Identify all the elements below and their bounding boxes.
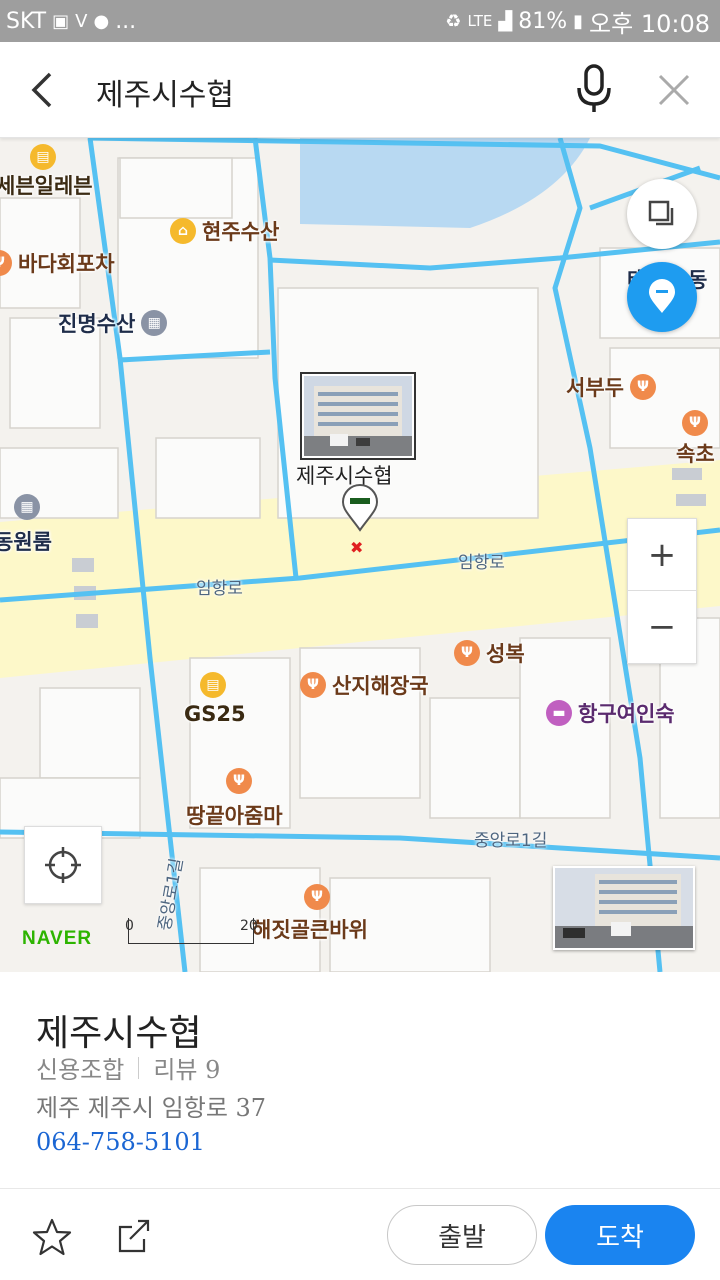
poi-seven-eleven-label[interactable]: 세븐일레븐 <box>0 170 93 200</box>
back-button[interactable] <box>22 66 66 114</box>
place-phone-link[interactable]: 064-758-5101 <box>36 1128 205 1156</box>
zoom-in-button[interactable]: + <box>628 519 696 591</box>
poi-jinmyeong-susan[interactable]: 진명수산 ▦ <box>58 308 168 338</box>
gallery-icon: ▣ <box>52 10 70 32</box>
back-arrow-icon <box>31 72 52 108</box>
place-info-panel[interactable]: 제주시수협 신용조합 리뷰 9 제주 제주시 임항로 37 064-758-51… <box>0 972 720 1188</box>
street-view-photo <box>555 868 693 948</box>
network-label: LTE <box>467 12 493 30</box>
poi-hyunju-susan[interactable]: ⌂ 현주수산 <box>170 216 279 246</box>
restaurant-icon: Ψ <box>0 250 12 276</box>
poi-hanggu-yeoinsuk[interactable]: ▬ 항구여인숙 <box>546 698 675 728</box>
poi-seobudu[interactable]: 서부두 Ψ <box>566 372 656 402</box>
zoom-out-button[interactable]: − <box>628 591 696 663</box>
restaurant-icon: Ψ <box>682 410 708 436</box>
restaurant-icon: Ψ <box>454 640 480 666</box>
battery-percent: 81% <box>518 8 568 34</box>
road-label-imhang-east: 임항로 <box>458 553 505 573</box>
poi-gs25-icon[interactable]: ▤ <box>200 672 226 698</box>
place-category: 신용조합 <box>36 1056 125 1084</box>
bottom-action-bar: 출발 도착 <box>0 1188 720 1280</box>
poi-ttangkkeut-ajumma[interactable]: 땅끝아줌마 <box>186 800 283 830</box>
location-pin-icon <box>649 279 675 313</box>
crosshair-icon <box>45 847 81 883</box>
poi-sokcho-icon[interactable]: Ψ <box>682 410 708 436</box>
close-icon <box>658 74 690 106</box>
review-count-link[interactable]: 리뷰 9 <box>153 1050 220 1085</box>
talk-icon: ● <box>93 10 110 32</box>
road-label-jungangro: 중앙로1길 <box>474 831 548 851</box>
poi-seongbok[interactable]: Ψ 성복 <box>454 638 525 668</box>
poi-haejit-icon[interactable]: Ψ <box>304 884 330 910</box>
street-view-thumbnail[interactable] <box>553 866 695 950</box>
building-icon: ▦ <box>14 494 40 520</box>
map-view[interactable]: ▤ 세븐일레븐 ⌂ 현주수산 Ψ 바다회포차 진명수산 ▦ 서부두 Ψ Ψ 속초… <box>0 138 720 972</box>
naver-logo: NAVER <box>22 928 93 949</box>
save-favorite-button[interactable] <box>32 1217 72 1257</box>
share-button[interactable] <box>114 1217 154 1257</box>
building-photo <box>304 376 412 456</box>
poi-sokcho[interactable]: 속초 <box>676 438 715 468</box>
poi-haejit-golkeunbawi[interactable]: 해짓골큰바위 <box>252 914 368 944</box>
set-departure-button[interactable]: 출발 <box>387 1205 537 1265</box>
clock: 오후 10:08 <box>589 9 710 38</box>
road-label-imhang-west: 임항로 <box>196 579 243 599</box>
map-layers-button[interactable] <box>627 179 697 249</box>
carrier-label: SKT <box>6 8 47 34</box>
set-arrival-button[interactable]: 도착 <box>545 1205 695 1265</box>
status-bar: SKT ▣ V ● ... ♻ LTE ▟ 81% ▮ 오후 10:08 <box>0 0 720 42</box>
current-location-button[interactable] <box>24 826 102 904</box>
signal-icon: ▟ <box>498 10 513 32</box>
place-pin-button[interactable] <box>627 262 697 332</box>
restaurant-icon: Ψ <box>629 374 656 400</box>
search-header: 제주시수협 <box>0 42 720 138</box>
restaurant-icon: Ψ <box>300 672 326 698</box>
store-icon: ▤ <box>200 672 226 698</box>
place-address: 제주 제주시 임항로 37 <box>36 1094 267 1122</box>
restaurant-icon: Ψ <box>304 884 330 910</box>
clear-search-button[interactable] <box>652 68 696 112</box>
voice-search-button[interactable] <box>570 62 618 116</box>
v-app-icon: V <box>75 10 88 32</box>
poi-sanji-haejangguk[interactable]: Ψ 산지해장국 <box>300 670 429 700</box>
poi-dongwon-room[interactable]: 동원룸 <box>0 526 52 556</box>
poi-ttangkkeut-icon[interactable]: Ψ <box>226 768 252 794</box>
meta-divider <box>138 1056 140 1079</box>
map-pin-icon[interactable] <box>340 484 380 532</box>
place-name: 제주시수협 <box>36 1013 202 1054</box>
poi-dongwon-room-icon[interactable]: ▦ <box>14 494 40 520</box>
zoom-controls: + − <box>627 518 697 664</box>
store-icon: ▤ <box>30 144 56 170</box>
place-meta: 신용조합 리뷰 9 <box>36 1050 220 1085</box>
battery-icon: ▮ <box>573 10 584 32</box>
poi-gs25[interactable]: GS25 <box>184 702 246 726</box>
scale-start-label: 0 <box>125 918 134 934</box>
restaurant-icon: Ψ <box>226 768 252 794</box>
search-input[interactable]: 제주시수협 <box>96 70 234 114</box>
layers-icon <box>648 200 674 226</box>
map-scale-bar <box>128 918 254 944</box>
poi-bada-hoepocha[interactable]: Ψ 바다회포차 <box>0 248 115 278</box>
scale-end-label: 20 <box>240 918 258 934</box>
microphone-icon <box>577 64 611 112</box>
building-icon: ▦ <box>141 310 168 336</box>
star-icon <box>32 1218 72 1256</box>
target-cross-icon: ✖ <box>350 538 364 557</box>
more-notifications: ... <box>115 8 137 34</box>
lodging-icon: ▬ <box>546 700 572 726</box>
share-icon <box>118 1219 150 1253</box>
shop-icon: ⌂ <box>170 218 196 244</box>
recycle-icon: ♻ <box>445 10 462 32</box>
selected-place-photo[interactable] <box>300 372 416 460</box>
poi-seven-eleven[interactable]: ▤ <box>30 144 56 170</box>
